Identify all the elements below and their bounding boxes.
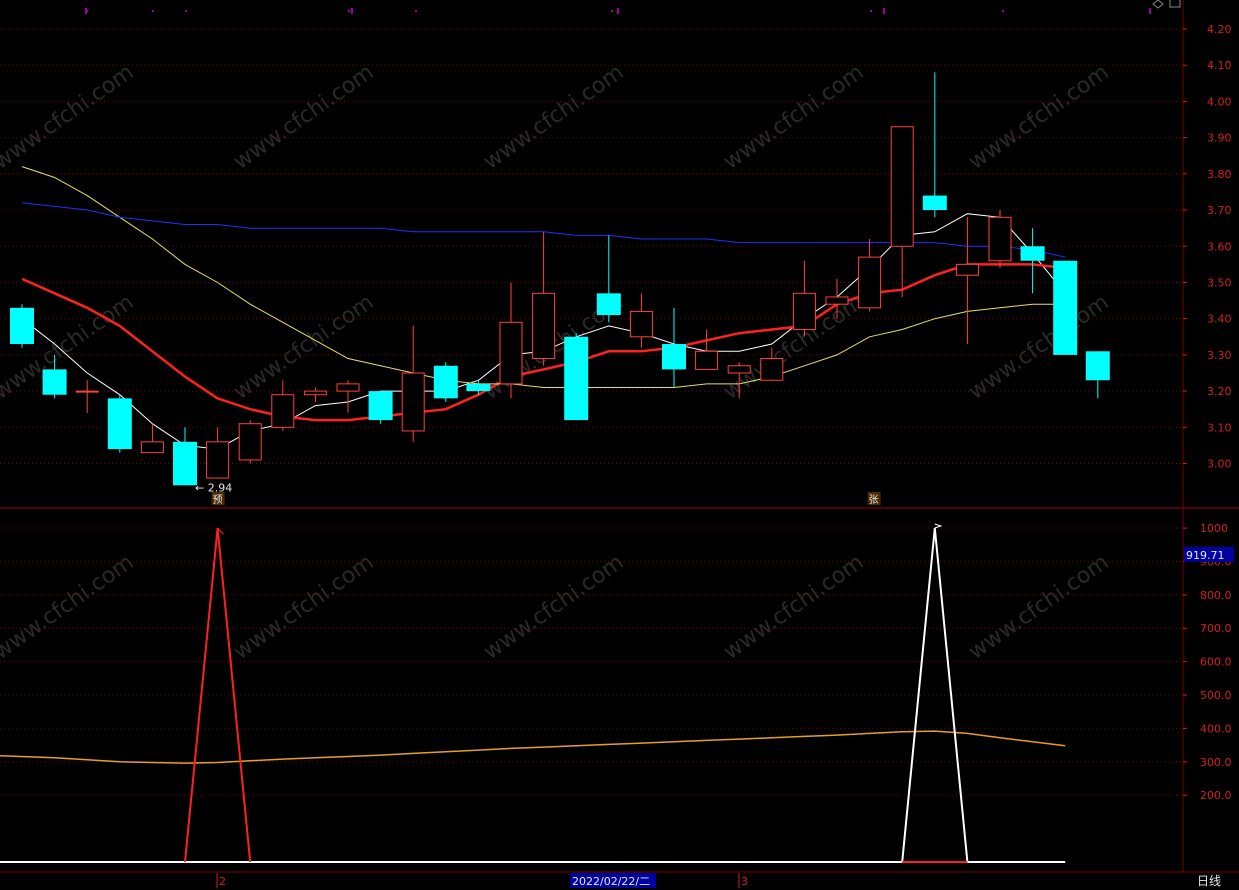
candle-body-up: [532, 292, 556, 360]
top-tick-mark: [1002, 10, 1004, 12]
candle-body-up: [140, 441, 164, 454]
candle-body-up: [238, 423, 262, 461]
candle-body-down: [368, 391, 393, 421]
price-axis-label: 3.80: [1207, 168, 1232, 181]
indicator-axis-label: 400.0: [1200, 722, 1232, 735]
current-date: 2022/02/22/二: [572, 875, 650, 888]
indicator-axis-label: 600.0: [1200, 656, 1232, 669]
stock-chart[interactable]: www.cfchi.com www.cfchi.com www.cfchi.com w…: [0, 0, 1239, 890]
candle-body-up: [499, 321, 523, 385]
timeframe-label[interactable]: 日线: [1197, 874, 1221, 888]
top-tick-mark: [348, 10, 350, 12]
candle-body-up: [760, 358, 784, 381]
candle-body-up: [629, 310, 653, 338]
price-axis-label: 3.70: [1207, 204, 1232, 217]
candle[interactable]: [238, 420, 262, 464]
candle-body-down: [173, 441, 197, 486]
event-marker-label[interactable]: 张: [869, 494, 879, 506]
candle-body-up: [988, 216, 1012, 262]
candle-body-down: [42, 369, 67, 395]
candle-body-down: [466, 383, 491, 392]
event-marker-label[interactable]: 预: [213, 494, 223, 506]
candle-body-up: [75, 390, 99, 393]
candle-body-up: [727, 365, 751, 374]
candle-body-down: [662, 344, 686, 370]
price-axis-label: 3.30: [1207, 349, 1232, 362]
candle-body-down: [564, 336, 589, 421]
price-axis-label: 4.00: [1207, 95, 1232, 108]
candle[interactable]: [564, 333, 589, 421]
price-axis-label: 4.20: [1207, 23, 1232, 36]
candle-body-down: [596, 293, 621, 316]
top-tick-mark: [152, 10, 154, 12]
top-tick-mark: [611, 10, 613, 12]
candle[interactable]: [433, 362, 458, 402]
indicator-axis-label: 500.0: [1200, 689, 1232, 702]
candle-body-down: [1053, 260, 1078, 355]
candle-body-up: [955, 263, 979, 276]
current-value-label: 919.71: [1186, 549, 1225, 562]
candle-body-up: [401, 372, 425, 432]
indicator-axis-label: 200.0: [1200, 789, 1232, 802]
month-label-2: 2: [219, 875, 226, 888]
candle-body-down: [107, 398, 132, 450]
candle-body-up: [858, 256, 882, 309]
candle-body-up: [825, 296, 849, 305]
top-tick-mark: [86, 10, 88, 12]
price-axis-label: 3.20: [1207, 385, 1232, 398]
candle[interactable]: [988, 210, 1012, 268]
price-axis-label: 3.10: [1207, 421, 1232, 434]
indicator-axis-label: 700.0: [1200, 622, 1232, 635]
candle-body-down: [1020, 246, 1045, 261]
candle[interactable]: [1053, 260, 1078, 355]
candle-body-up: [206, 441, 230, 479]
price-axis-label: 3.00: [1207, 458, 1232, 471]
price-axis-label: 3.60: [1207, 240, 1232, 253]
candle-body-up: [695, 350, 719, 370]
price-axis-label: 3.90: [1207, 132, 1232, 145]
candle[interactable]: [107, 394, 132, 453]
candle-body-up: [792, 292, 816, 331]
candle-body-down: [922, 195, 947, 211]
candle[interactable]: [368, 391, 393, 424]
month-label-3: 3: [741, 875, 748, 888]
candle-body-up: [336, 383, 360, 392]
price-axis-label: 3.50: [1207, 276, 1232, 289]
candle[interactable]: [10, 304, 34, 348]
indicator-axis-label: 300.0: [1200, 756, 1232, 769]
candle-body-up: [303, 390, 327, 396]
top-tick-mark: [415, 10, 417, 12]
price-axis-label: 4.10: [1207, 59, 1232, 72]
candle-body-down: [10, 307, 34, 345]
price-axis-label: 3.40: [1207, 313, 1232, 326]
top-tick-mark: [185, 10, 187, 12]
top-tick-mark: [870, 10, 872, 12]
candle-body-up: [271, 394, 295, 428]
indicator-axis-label: 1000: [1200, 522, 1228, 535]
candle-body-up: [890, 126, 914, 247]
indicator-axis-label: 800.0: [1200, 589, 1232, 602]
candle-body-down: [433, 365, 458, 399]
candle-body-down: [1085, 351, 1110, 381]
